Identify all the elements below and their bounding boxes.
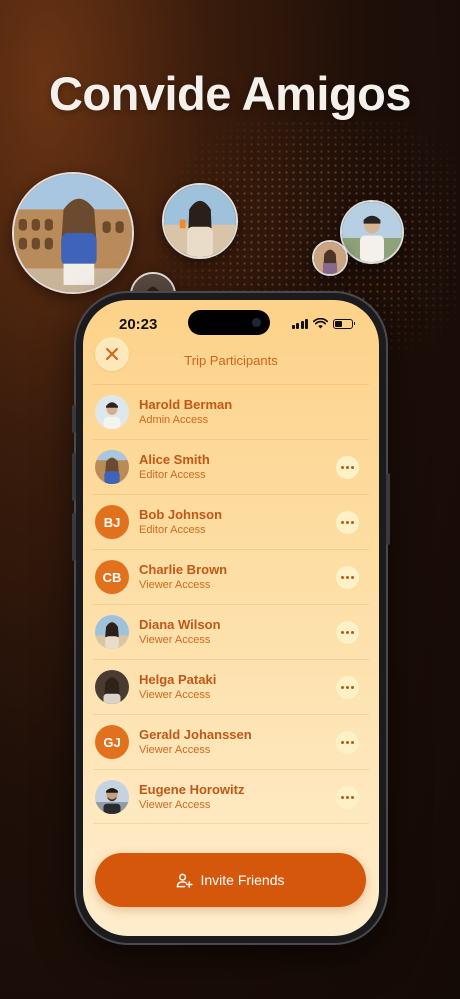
phone-screen: 20:23 Trip Participants Harold Berman Ad… — [83, 300, 379, 936]
wifi-icon — [313, 318, 328, 329]
avatar — [95, 779, 129, 814]
phone-volume-up — [72, 453, 76, 501]
participant-role: Viewer Access — [139, 579, 211, 591]
screen-title: Trip Participants — [184, 353, 278, 368]
avatar — [95, 450, 129, 484]
invite-friends-label: Invite Friends — [200, 872, 285, 888]
participant-row[interactable]: Alice Smith Editor Access — [93, 439, 369, 494]
camera-icon — [252, 318, 261, 327]
avatar — [95, 670, 129, 704]
participant-name: Alice Smith — [139, 452, 210, 467]
photo-bubble-small — [312, 240, 348, 276]
participant-row[interactable]: CB Charlie Brown Viewer Access — [93, 549, 369, 604]
participant-role: Viewer Access — [139, 634, 211, 646]
avatar-initials: BJ — [95, 505, 129, 539]
participant-role: Viewer Access — [139, 689, 211, 701]
phone-mockup: 20:23 Trip Participants Harold Berman Ad… — [72, 293, 390, 943]
more-options-button[interactable] — [336, 621, 359, 644]
more-options-button[interactable] — [336, 511, 359, 534]
photo-bubble-colosseum — [12, 172, 134, 294]
cellular-signal-icon — [291, 318, 308, 329]
dynamic-island — [188, 310, 270, 335]
add-person-icon — [177, 873, 193, 888]
avatar-initials: GJ — [95, 725, 129, 759]
participant-row[interactable]: Helga Pataki Viewer Access — [93, 659, 369, 714]
phone-volume-down — [72, 513, 76, 561]
participant-role: Editor Access — [139, 469, 206, 481]
participant-name: Eugene Horowitz — [139, 781, 245, 797]
more-options-button[interactable] — [336, 786, 359, 809]
participant-role: Editor Access — [139, 524, 206, 536]
participant-name: Gerald Johanssen — [139, 727, 252, 742]
participant-row[interactable]: Eugene Horowitz Viewer Access — [93, 769, 369, 824]
participant-name: Helga Pataki — [139, 672, 217, 687]
battery-icon — [333, 318, 355, 329]
status-icons — [291, 318, 355, 329]
more-options-button[interactable] — [336, 731, 359, 754]
avatar-initials: CB — [95, 560, 129, 594]
participant-name: Diana Wilson — [139, 617, 221, 632]
participant-name: Harold Berman — [139, 397, 233, 412]
participant-row[interactable]: Diana Wilson Viewer Access — [93, 604, 369, 659]
participants-list: Harold Berman Admin Access Alice Smith E… — [93, 384, 369, 824]
avatar — [95, 395, 129, 429]
participant-row[interactable]: Harold Berman Admin Access — [93, 384, 369, 439]
photo-bubble-man-park — [340, 200, 404, 264]
participant-role: Admin Access — [139, 414, 209, 426]
invite-friends-button[interactable]: Invite Friends — [95, 853, 366, 907]
photo-bubble-woman-drink — [162, 183, 238, 259]
participant-name: Charlie Brown — [139, 562, 228, 577]
participant-role: Viewer Access — [139, 744, 211, 756]
participant-row[interactable]: BJ Bob Johnson Editor Access — [93, 494, 369, 549]
more-options-button[interactable] — [336, 566, 359, 589]
more-options-button[interactable] — [336, 456, 359, 479]
participant-name: Bob Johnson — [139, 507, 223, 522]
participant-row[interactable]: GJ Gerald Johanssen Viewer Access — [93, 714, 369, 769]
phone-silent-switch — [72, 405, 76, 433]
status-time: 20:23 — [119, 316, 158, 333]
headline: Convide Amigos — [48, 67, 412, 120]
avatar — [95, 615, 129, 649]
participant-role: Viewer Access — [139, 798, 211, 811]
phone-power-button — [386, 473, 390, 545]
more-options-button[interactable] — [336, 676, 359, 699]
